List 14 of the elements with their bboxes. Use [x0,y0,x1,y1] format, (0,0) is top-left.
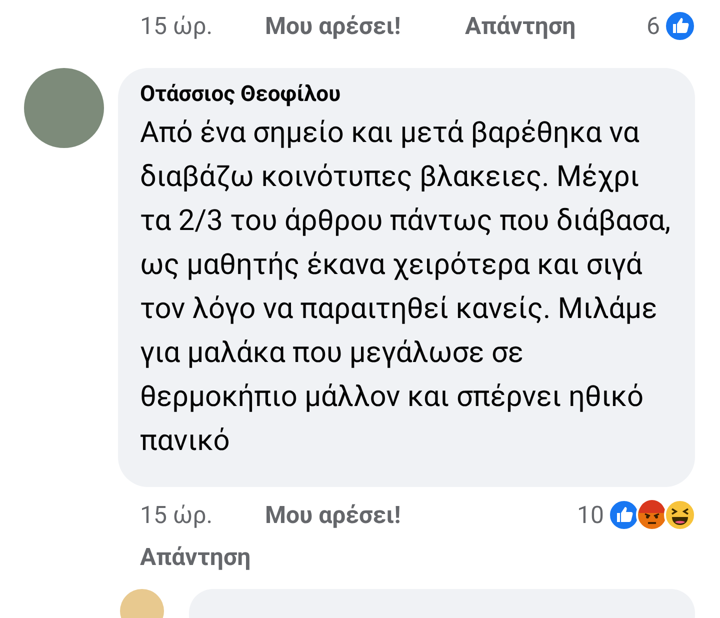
reaction-count: 6 [646,12,660,40]
thumbs-up-icon [608,499,640,531]
like-link[interactable]: Μου αρέσει! [265,12,465,40]
comment-time: 15 ώρ. [140,501,214,529]
angry-face-icon [636,499,668,531]
like-link[interactable]: Μου αρέσει! [265,501,465,529]
thumbs-up-icon [664,10,696,42]
reply-link[interactable]: Απάντηση [140,543,251,571]
comment-time: 15 ώρ. [140,12,214,40]
reply-link[interactable]: Απάντηση [465,12,576,40]
comment-author[interactable]: Οτάσσιος Θεοφίλου [140,82,675,107]
reaction-count: 10 [577,501,604,529]
laughing-face-icon [664,499,696,531]
comment-text: Από ένα σημείο και μετά βαρέθηκα να διαβάζω κοινότυπες βλακειες. Μέχρι τα 2/3 του άρθρου πάντως που διάβασα, ως μαθητής έκανα χειρότερα και σιγά τον λόγο να παραιτηθεί κανείς. Μιλάμε για μαλάκα που μεγάλωσε σε θερμοκήπιο μάλλον και σπέρνει ηθικό πανικό [140,115,672,460]
